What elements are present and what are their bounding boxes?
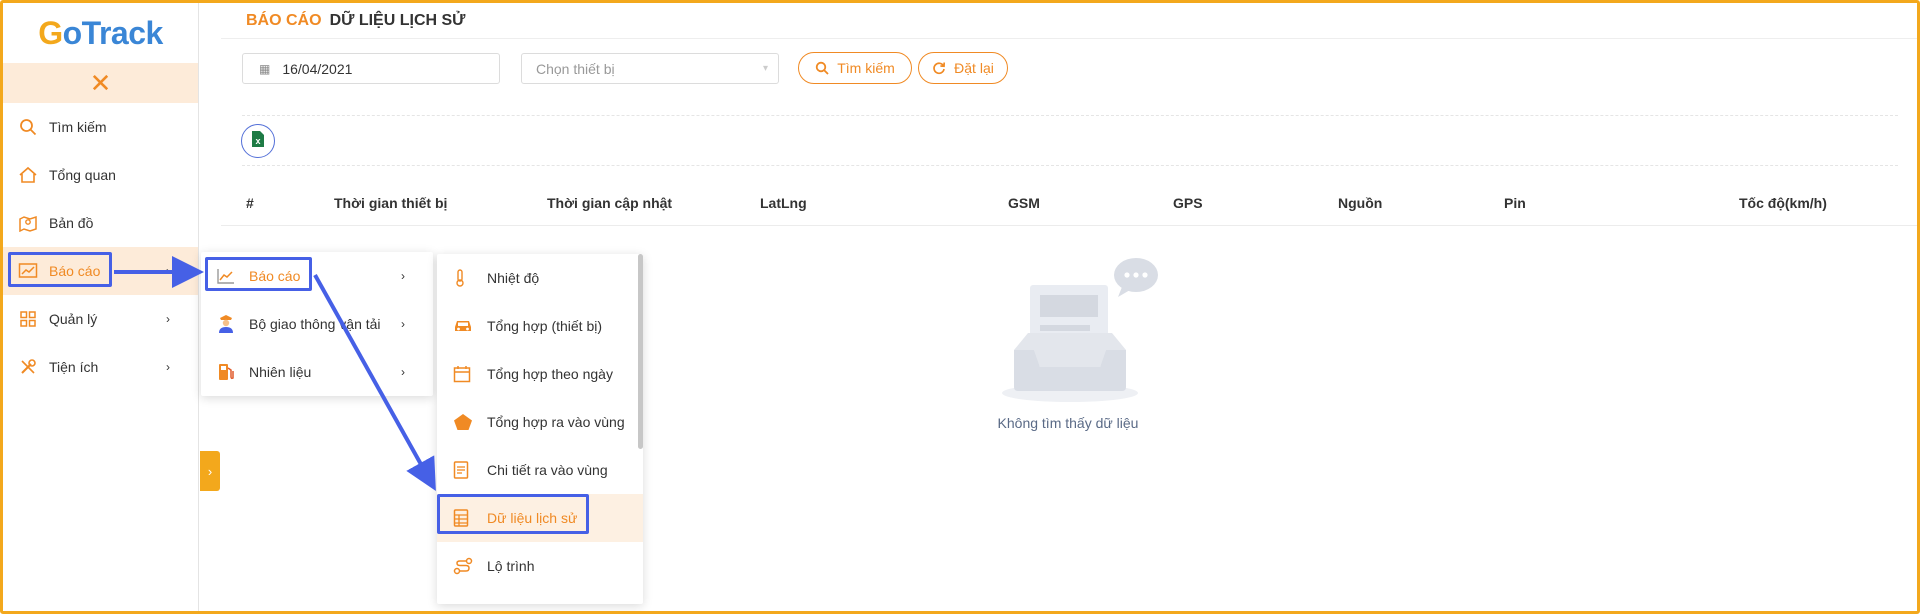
divider — [242, 115, 1898, 116]
submenu-item-label: Bộ giao thông vận tải — [249, 316, 381, 332]
close-icon: ✕ — [89, 67, 112, 98]
date-picker-input[interactable]: ▦ 16/04/2021 — [242, 53, 500, 84]
chevron-right-icon: › — [207, 463, 213, 479]
submenu-item-label: Tổng hợp theo ngày — [487, 366, 613, 382]
device-select-placeholder: Chọn thiết bị — [536, 60, 615, 77]
submenu-item-label: Lộ trình — [487, 558, 535, 574]
car-icon — [453, 318, 475, 334]
sidebar-item-overview[interactable]: Tổng quan — [3, 151, 198, 199]
submenu-item-zone-summary[interactable]: Tổng hợp ra vào vùng — [437, 398, 643, 446]
sidebar: GoTrack ✕ Tìm kiếm Tổng quan Bản đồ Báo … — [3, 3, 199, 611]
column-header-battery: Pin — [1504, 195, 1526, 211]
collapse-sidebar-button[interactable]: ✕ — [3, 63, 198, 103]
column-header-speed: Tốc độ(km/h) — [1739, 195, 1827, 211]
search-button[interactable]: Tìm kiếm — [798, 52, 912, 84]
device-select[interactable]: Chọn thiết bị ▾ — [521, 53, 779, 84]
sidebar-item-label: Tiện ích — [49, 359, 99, 375]
chevron-right-icon: › — [166, 360, 170, 374]
submenu-item-route[interactable]: Lộ trình — [437, 542, 643, 590]
date-value: 16/04/2021 — [282, 60, 353, 77]
table-icon — [453, 509, 475, 527]
submenu-item-transport-ministry[interactable]: Bộ giao thông vận tải › — [201, 300, 433, 348]
chevron-right-icon: › — [166, 264, 170, 278]
column-header-latlng: LatLng — [760, 195, 807, 211]
officer-icon — [217, 314, 239, 334]
table-header: # Thời gian thiết bị Thời gian cập nhật … — [221, 180, 1917, 226]
column-header-update-time: Thời gian cập nhật — [547, 195, 673, 211]
reports-submenu: Báo cáo › Bộ giao thông vận tải › Nhiên … — [201, 252, 433, 396]
calendar-icon — [453, 365, 475, 383]
submenu-item-label: Báo cáo — [249, 268, 301, 284]
sidebar-item-label: Bản đồ — [49, 215, 94, 231]
submenu-scrollbar[interactable] — [638, 254, 643, 449]
column-header-device-time: Thời gian thiết bị — [334, 195, 448, 211]
sidebar-item-utilities[interactable]: Tiện ích › — [3, 343, 198, 391]
submenu-item-label: Nhiên liệu — [249, 364, 312, 380]
submenu-item-fuel[interactable]: Nhiên liệu › — [201, 348, 433, 396]
calendar-icon: ▦ — [259, 61, 271, 76]
chevron-right-icon: › — [166, 312, 170, 326]
column-header-gsm: GSM — [1008, 195, 1040, 211]
submenu-item-reports[interactable]: Báo cáo › — [201, 252, 433, 300]
thermometer-icon — [453, 269, 475, 287]
page-header: BÁO CÁO DỮ LIỆU LỊCH SỬ — [221, 3, 1917, 39]
column-header-gps: GPS — [1173, 195, 1203, 211]
home-icon — [17, 164, 39, 186]
map-icon — [17, 212, 39, 234]
sidebar-item-management[interactable]: Quản lý › — [3, 295, 198, 343]
svg-text:x: x — [255, 136, 260, 146]
dropdown-arrow-icon: ▾ — [762, 63, 768, 74]
tools-icon — [17, 356, 39, 378]
search-icon — [815, 61, 829, 75]
submenu-item-temperature[interactable]: Nhiệt độ — [437, 254, 643, 302]
sidebar-item-reports[interactable]: Báo cáo › — [3, 247, 198, 295]
refresh-icon — [932, 61, 946, 75]
sidebar-item-label: Tìm kiếm — [49, 119, 107, 135]
sidebar-item-label: Tổng quan — [49, 167, 116, 183]
route-icon — [453, 557, 475, 575]
search-icon — [17, 116, 39, 138]
sidebar-item-label: Quản lý — [49, 311, 98, 327]
chevron-right-icon: › — [401, 317, 405, 331]
chart-icon — [217, 268, 239, 284]
gotrack-logo[interactable]: GoTrack — [3, 3, 198, 63]
divider — [242, 165, 1898, 166]
submenu-item-label: Tổng hợp ra vào vùng — [487, 414, 625, 430]
reset-button[interactable]: Đặt lại — [918, 52, 1008, 84]
export-excel-button[interactable]: x — [241, 124, 275, 158]
pentagon-icon — [453, 413, 475, 431]
column-header-index: # — [246, 195, 254, 211]
submenu-item-summary-daily[interactable]: Tổng hợp theo ngày — [437, 350, 643, 398]
submenu-item-label: Nhiệt độ — [487, 270, 540, 286]
submenu-item-label: Chi tiết ra vào vùng — [487, 462, 608, 478]
sidebar-item-search[interactable]: Tìm kiếm — [3, 103, 198, 151]
chevron-right-icon: › — [401, 269, 405, 283]
report-types-submenu: Nhiệt độ Tổng hợp (thiết bị) Tổng hợp th… — [437, 254, 643, 604]
chart-icon — [17, 260, 39, 282]
expand-panel-toggle[interactable]: › — [200, 451, 220, 491]
submenu-item-summary-device[interactable]: Tổng hợp (thiết bị) — [437, 302, 643, 350]
grid-icon — [17, 308, 39, 330]
sidebar-item-map[interactable]: Bản đồ — [3, 199, 198, 247]
submenu-item-label: Dữ liệu lịch sử — [487, 510, 578, 526]
search-button-label: Tìm kiếm — [837, 60, 895, 76]
submenu-item-history-data[interactable]: Dữ liệu lịch sử — [437, 494, 643, 542]
empty-state-text: Không tìm thấy dữ liệu — [997, 415, 1139, 431]
submenu-item-zone-detail[interactable]: Chi tiết ra vào vùng — [437, 446, 643, 494]
breadcrumb-section: BÁO CÁO — [246, 11, 322, 29]
column-header-power-source: Nguồn — [1338, 195, 1383, 211]
page-title: DỮ LIỆU LỊCH SỬ — [329, 11, 466, 29]
sidebar-item-label: Báo cáo — [49, 263, 101, 279]
fuel-icon — [217, 362, 239, 382]
excel-icon: x — [250, 130, 266, 153]
chevron-right-icon: › — [401, 365, 405, 379]
document-icon — [453, 461, 475, 479]
reset-button-label: Đặt lại — [954, 60, 994, 76]
submenu-item-label: Tổng hợp (thiết bị) — [487, 318, 603, 334]
empty-state-illustration — [1000, 255, 1160, 410]
logo-text: GoTrack — [38, 14, 163, 51]
